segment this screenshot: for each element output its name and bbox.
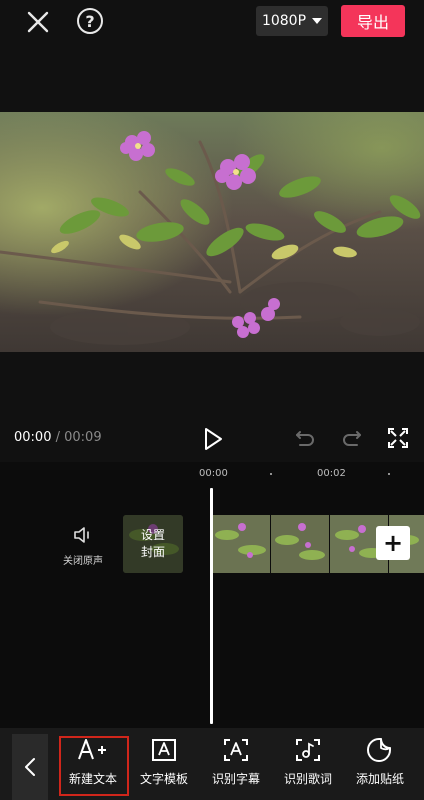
ruler-label: 00:02 <box>317 468 346 479</box>
back-button[interactable] <box>12 734 48 800</box>
mute-original-audio-button[interactable]: 关闭原声 <box>58 524 108 574</box>
ruler-label: 00:00 <box>199 468 228 479</box>
ruler-dot <box>388 473 390 475</box>
time-display: 00:00 / 00:09 <box>14 430 102 445</box>
help-icon: ? <box>85 11 95 31</box>
add-clip-button[interactable]: + <box>376 526 410 560</box>
text-template-icon <box>150 736 178 764</box>
total-time: 00:09 <box>64 430 102 445</box>
export-label: 导出 <box>356 13 389 32</box>
selection-highlight <box>59 736 129 796</box>
plus-icon: + <box>382 529 404 557</box>
add-sticker-tool[interactable]: 添加贴纸 <box>344 736 416 796</box>
timeline-panel[interactable]: 00:00 00:02 关闭原声 设置 封面 + <box>0 462 424 728</box>
close-icon <box>27 11 49 33</box>
undo-icon[interactable] <box>294 426 316 450</box>
cover-label-line1: 设置 <box>140 528 165 542</box>
top-bar: ? 1080P 导出 <box>0 0 424 44</box>
export-button[interactable]: 导出 <box>341 5 405 37</box>
recognize-lyrics-icon <box>294 736 322 764</box>
tool-label: 添加贴纸 <box>355 772 404 786</box>
time-separator: / <box>51 430 65 445</box>
close-button[interactable] <box>24 8 52 36</box>
text-template-tool[interactable]: 文字模板 <box>128 736 200 796</box>
speaker-icon <box>74 527 89 543</box>
tool-label: 识别歌词 <box>283 772 332 786</box>
chevron-left-icon <box>25 758 35 776</box>
resolution-value: 1080P <box>261 13 307 29</box>
mute-label: 关闭原声 <box>63 556 103 567</box>
playback-controls: 00:00 / 00:09 <box>0 420 424 460</box>
current-time: 00:00 <box>14 430 52 445</box>
tool-label: 识别字幕 <box>211 772 260 786</box>
recognize-subtitle-tool[interactable]: 识别字幕 <box>200 736 272 796</box>
cover-label: 设置 封面 <box>123 515 183 573</box>
tool-label: 文字模板 <box>139 772 188 786</box>
recognize-subtitle-icon <box>222 736 250 764</box>
video-preview[interactable] <box>0 112 424 352</box>
play-icon[interactable] <box>201 426 225 452</box>
recognize-lyrics-tool[interactable]: 识别歌词 <box>272 736 344 796</box>
resolution-dropdown[interactable]: 1080P <box>256 6 328 36</box>
redo-icon[interactable] <box>341 426 363 450</box>
playhead[interactable] <box>210 488 213 724</box>
caret-down-icon <box>312 18 323 24</box>
set-cover-button[interactable]: 设置 封面 <box>123 515 183 573</box>
video-frame-image <box>0 112 424 352</box>
fullscreen-icon[interactable] <box>387 426 409 450</box>
ruler-dot <box>270 473 272 475</box>
add-sticker-icon <box>366 736 394 764</box>
help-button[interactable]: ? <box>77 8 103 34</box>
cover-label-line2: 封面 <box>140 545 165 559</box>
